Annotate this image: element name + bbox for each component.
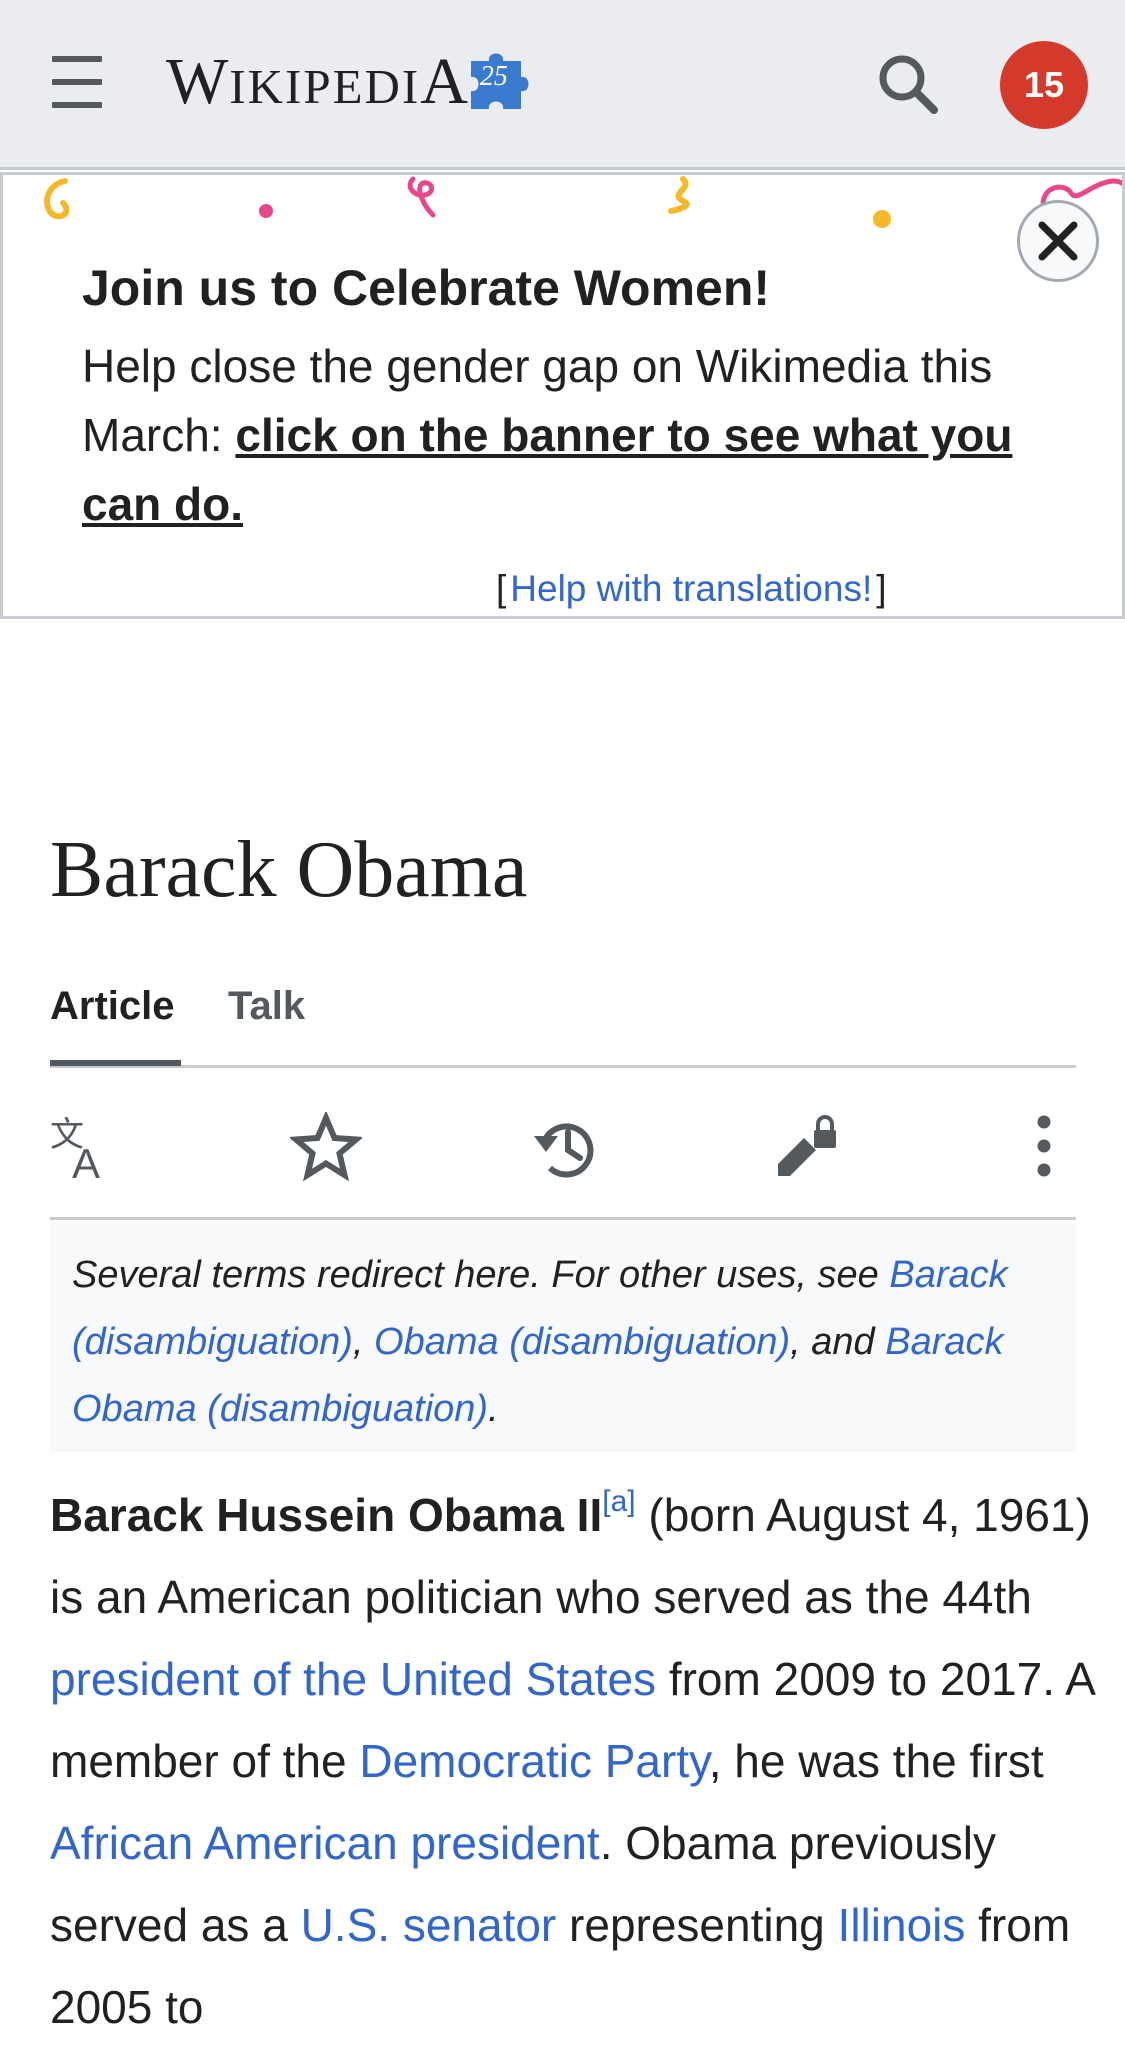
translations-help: [Help with translations!] <box>496 570 887 607</box>
lead-paragraph: Barack Hussein Obama II[a] (born August … <box>50 1474 1100 2048</box>
illinois-link[interactable]: Illinois <box>838 1899 966 1951</box>
anniversary-puzzle-icon: 25 <box>463 43 537 117</box>
top-header: WIKIPEDIA 25 15 <box>0 0 1125 170</box>
african-american-president-link[interactable]: African American president <box>50 1817 600 1869</box>
anniversary-number: 25 <box>479 61 508 92</box>
bracket-close: ] <box>876 568 887 609</box>
close-icon <box>1038 221 1078 261</box>
wikipedia-logo[interactable]: WIKIPEDIA 25 <box>166 42 537 122</box>
selected-tab-indicator <box>50 1060 181 1066</box>
subject-name: Barack Hussein Obama II <box>50 1489 603 1541</box>
more-options-icon[interactable] <box>1010 1112 1082 1184</box>
namespace-tabs: Article Talk <box>50 980 1076 1068</box>
hatnote-text: Several terms redirect here. For other u… <box>72 1254 879 1296</box>
president-link[interactable]: president of the United States <box>50 1653 656 1705</box>
notifications-badge[interactable]: 15 <box>1000 41 1088 129</box>
page-title: Barack Obama <box>50 826 528 914</box>
language-icon[interactable]: 文 A <box>50 1112 122 1187</box>
hamburger-menu-icon[interactable] <box>46 56 108 108</box>
edit-lock-icon[interactable] <box>770 1112 842 1184</box>
page-actions-toolbar: 文 A <box>50 1068 1076 1220</box>
banner-close-button[interactable] <box>1017 200 1099 282</box>
banner-text: Help close the gender gap on Wikimedia t… <box>82 332 1082 539</box>
hatnote-separator: , <box>790 1321 801 1363</box>
svg-text:A: A <box>72 1140 100 1184</box>
help-translations-link[interactable]: Help with translations! <box>510 568 872 609</box>
wordmark-text: WIKIPEDIA <box>166 45 469 118</box>
hatnote-end: . <box>488 1388 499 1430</box>
tab-talk[interactable]: Talk <box>228 980 305 1068</box>
democratic-party-link[interactable]: Democratic Party <box>359 1735 708 1787</box>
lead-text: representing <box>569 1899 825 1951</box>
search-icon[interactable] <box>872 48 944 120</box>
banner-title: Join us to Celebrate Women! <box>82 260 771 316</box>
hatnote-separator: , <box>352 1321 364 1363</box>
campaign-banner[interactable]: Join us to Celebrate Women! Help close t… <box>0 172 1125 619</box>
tab-article[interactable]: Article <box>50 980 175 1068</box>
us-senator-link[interactable]: U.S. senator <box>301 1899 557 1951</box>
lead-text: , he was the first <box>708 1735 1044 1787</box>
hatnote-conjunction: and <box>811 1321 875 1363</box>
footnote-a-link[interactable]: [a] <box>602 1485 635 1518</box>
obama-disambiguation-link[interactable]: Obama (disambiguation) <box>374 1321 790 1363</box>
hatnote: Several terms redirect here. For other u… <box>50 1222 1076 1452</box>
bracket-open: [ <box>496 568 507 609</box>
history-icon[interactable] <box>530 1112 602 1184</box>
watch-star-icon[interactable] <box>288 1110 364 1184</box>
